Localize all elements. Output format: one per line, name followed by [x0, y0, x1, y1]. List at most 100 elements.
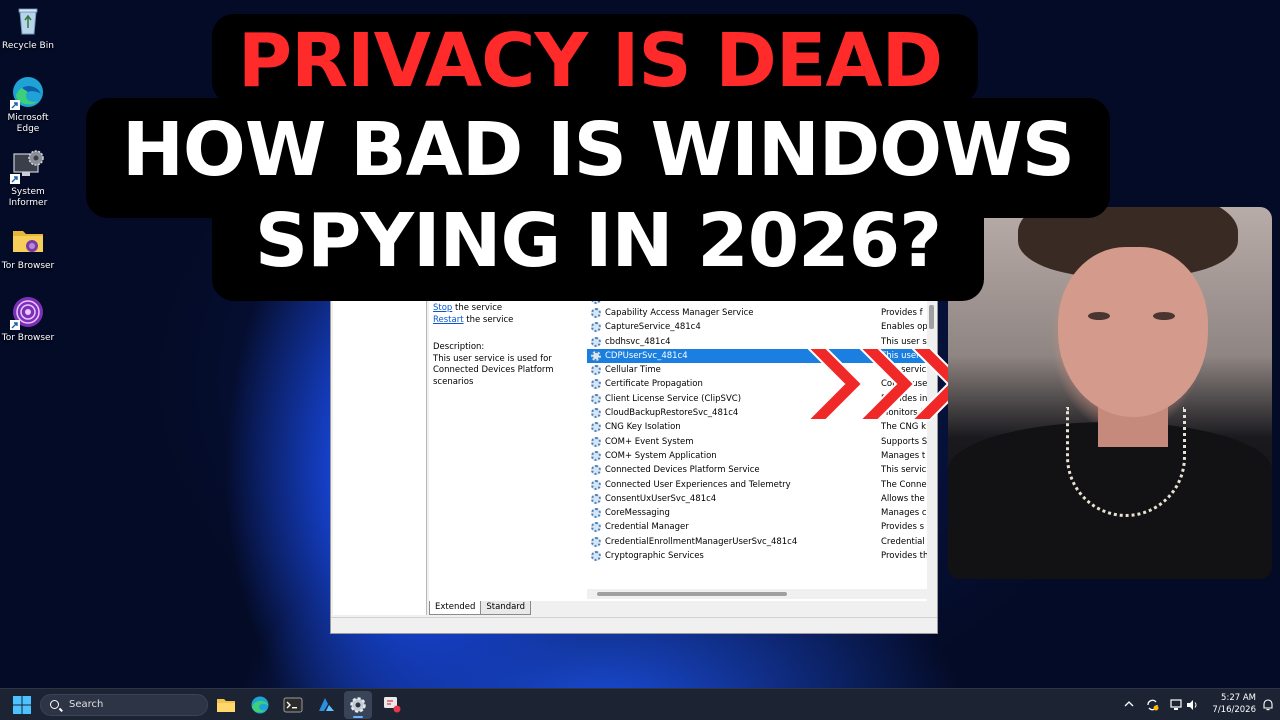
service-gear-icon: [591, 536, 601, 547]
tab-extended[interactable]: Extended: [429, 601, 482, 615]
service-description: Provides th: [881, 551, 927, 561]
service-row[interactable]: Connected Devices Platform Service This s…: [587, 463, 927, 477]
description-label: Description:: [433, 342, 485, 352]
service-name: ConsentUxUserSvc_481c4: [605, 493, 717, 504]
service-gear-icon: [591, 307, 601, 318]
service-gear-icon: [591, 393, 601, 404]
service-name: CDPUserSvc_481c4: [605, 350, 688, 361]
terminal-icon[interactable]: [283, 695, 303, 715]
service-row[interactable]: COM+ System Application Manages t: [587, 449, 927, 463]
service-gear-icon: [591, 465, 601, 476]
service-name: COM+ System Application: [605, 450, 717, 461]
service-name: CredentialEnrollmentManagerUserSvc_481c4: [605, 536, 798, 547]
stop-service-link[interactable]: Stop: [433, 303, 452, 313]
red-arrow-chevron: [857, 347, 916, 421]
service-name: CoreMessaging: [605, 508, 670, 519]
service-name: CNG Key Isolation: [605, 422, 681, 433]
description-text: Connected Devices Platform scenarios: [433, 365, 554, 387]
title-line-1: PRIVACY IS DEAD: [237, 18, 943, 104]
clock-time: 5:27 AM: [1221, 693, 1256, 703]
service-row[interactable]: CredentialEnrollmentManagerUserSvc_481c4…: [587, 535, 927, 549]
service-description: The Conne: [881, 479, 927, 490]
azure-icon[interactable]: [316, 695, 336, 715]
service-description: Allows the: [881, 493, 925, 504]
restart-service-link[interactable]: Restart: [433, 315, 464, 325]
service-description: Manages t: [881, 450, 926, 461]
red-arrow-chevron: [805, 347, 864, 421]
status-bar: [331, 617, 937, 633]
service-row[interactable]: Connected User Experiences and Telemetry…: [587, 478, 927, 492]
service-gear-icon: [591, 551, 601, 561]
service-name: CloudBackupRestoreSvc_481c4: [605, 408, 739, 418]
service-gear-icon: [591, 479, 601, 490]
service-name: Certificate Propagation: [605, 379, 703, 390]
view-tabs: Extended Standard: [429, 601, 532, 615]
taskbar: Search 5:27 AM 7/16/2026: [0, 688, 1280, 720]
service-name: Connected User Experiences and Telemetry: [605, 479, 791, 490]
service-gear-icon: [591, 379, 601, 390]
service-row[interactable]: Cryptographic Services Provides th: [587, 549, 927, 563]
horizontal-scrollbar[interactable]: [587, 589, 927, 599]
taskbar-clock[interactable]: 5:27 AM 7/16/2026: [1196, 692, 1256, 716]
search-icon: [50, 700, 59, 709]
edge-icon[interactable]: [250, 695, 270, 715]
service-name: cbdhsvc_481c4: [605, 336, 671, 347]
service-gear-icon: [591, 450, 601, 461]
service-description: Manages c: [881, 508, 927, 519]
service-description: Enables op: [881, 322, 927, 333]
services-icon[interactable]: [348, 695, 368, 715]
service-gear-icon: [591, 436, 601, 447]
service-row[interactable]: CaptureService_481c4 Enables op: [587, 320, 927, 334]
search-placeholder: Search: [69, 699, 104, 710]
service-name: Credential Manager: [605, 522, 689, 533]
service-gear-icon: [591, 508, 601, 519]
file-explorer-icon[interactable]: [216, 695, 236, 715]
services-tree-pane[interactable]: [333, 271, 427, 615]
description-text: This user service is used for: [433, 353, 552, 364]
service-row[interactable]: COM+ Event System Supports S: [587, 435, 927, 449]
service-gear-icon: [591, 493, 601, 504]
service-gear-icon: [591, 522, 601, 533]
service-gear-icon: [591, 365, 601, 376]
service-description: This servic: [881, 465, 927, 476]
snipping-icon[interactable]: [382, 695, 402, 715]
service-gear-icon: [591, 350, 601, 361]
chevron-up-icon[interactable]: [1124, 699, 1134, 712]
clock-date: 7/16/2026: [1212, 705, 1256, 715]
service-name: Client License Service (ClipSVC): [605, 393, 742, 404]
vertical-scrollbar[interactable]: [927, 271, 937, 601]
services-list[interactable]: Cryptographic Services Provides th Credent…: [587, 271, 937, 601]
title-line-2: HOW BAD IS WINDOWS: [121, 107, 1075, 193]
service-row[interactable]: Capability Access Manager Service Provide…: [587, 306, 927, 320]
service-detail-pane: Stop the service Restart the service Des…: [429, 271, 587, 601]
desktop-icon-tor-browser[interactable]: Tor Browser: [0, 294, 56, 344]
service-name: Cellular Time: [605, 365, 661, 376]
sync-icon[interactable]: [1146, 699, 1159, 714]
service-name: COM+ Event System: [605, 436, 694, 447]
taskbar-search-box[interactable]: Search: [40, 694, 208, 716]
service-name: Capability Access Manager Service: [605, 307, 754, 318]
services-window[interactable]: Stop the service Restart the service Des…: [330, 270, 938, 634]
service-gear-icon: [591, 422, 601, 433]
desktop-icon-label: Tor Browser: [1, 333, 55, 343]
service-name: Connected Devices Platform Service: [605, 465, 760, 476]
service-row[interactable]: ConsentUxUserSvc_481c4 Allows the: [587, 492, 927, 506]
service-description: Provides s: [881, 522, 925, 533]
service-name: CaptureService_481c4: [605, 322, 701, 333]
service-description: Credential: [881, 536, 925, 547]
service-row[interactable]: CoreMessaging Manages c: [587, 506, 927, 520]
service-name: Cryptographic Services: [605, 551, 704, 561]
service-row[interactable]: Credential Manager Provides s: [587, 520, 927, 534]
service-gear-icon: [591, 336, 601, 347]
shortcut-arrow-icon: [10, 320, 20, 330]
service-gear-icon: [591, 408, 601, 418]
start-icon[interactable]: [12, 695, 32, 715]
tab-standard[interactable]: Standard: [480, 601, 532, 615]
service-description: Supports S: [881, 436, 927, 447]
notifications-icon[interactable]: [1262, 699, 1274, 714]
tor-browser-icon: [10, 294, 46, 330]
title-line-3: SPYING IN 2026?: [254, 198, 942, 284]
service-description: Provides f: [881, 307, 923, 318]
network-icon[interactable]: [1170, 699, 1182, 714]
service-gear-icon: [591, 322, 601, 333]
